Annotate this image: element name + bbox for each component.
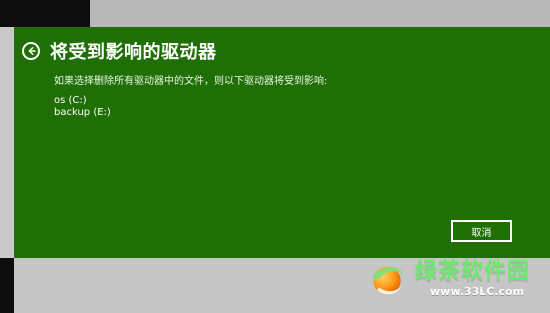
dialog-subtitle: 如果选择删除所有驱动器中的文件，则以下驱动器将受到影响: [54,76,328,87]
drive-item: os (C:) [54,95,87,106]
back-arrow-icon [25,45,37,57]
background-dark-left [0,258,14,313]
drive-item: backup (E:) [54,107,111,118]
dialog-header: 将受到影响的驱动器 [22,38,217,64]
dialog-title: 将受到影响的驱动器 [50,42,217,63]
back-button[interactable] [22,42,40,60]
background-bottom-gray [0,258,550,313]
background-top-gray [90,0,550,27]
cancel-button[interactable]: 取消 [451,220,512,242]
background-dark-corner [0,0,90,27]
affected-drives-list: os (C:) backup (E:) [54,95,111,119]
drives-affected-dialog: 将受到影响的驱动器 如果选择删除所有驱动器中的文件，则以下驱动器将受到影响: o… [14,27,550,258]
